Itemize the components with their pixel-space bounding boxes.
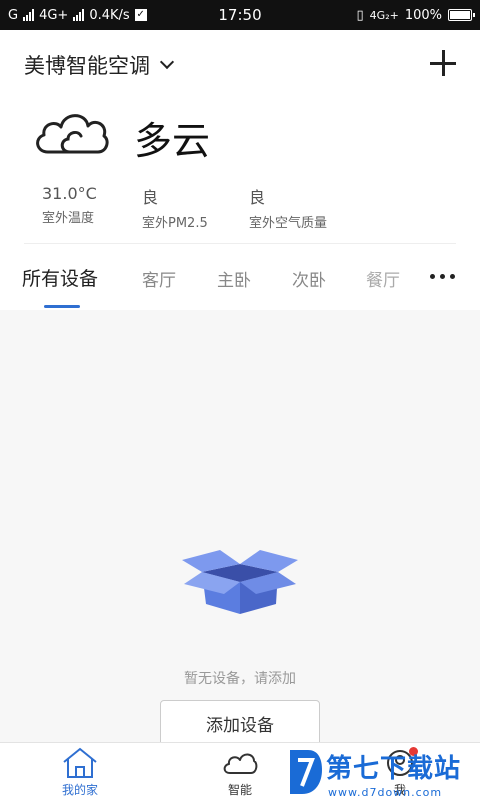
tab-all-devices[interactable]: 所有设备 xyxy=(22,264,98,291)
divider xyxy=(24,243,456,244)
metric-label: 室外温度 xyxy=(42,211,95,226)
home-header: 美博智能空调 多云 31.0°C 室外温度 良 室外PM2.5 良 室外空气质量… xyxy=(0,30,480,310)
nav-item-smart[interactable]: 智能 xyxy=(200,747,280,798)
nav-label: 智能 xyxy=(227,783,252,797)
more-icon[interactable] xyxy=(430,274,455,279)
metric-temperature: 31.0°C 室外温度 xyxy=(42,184,142,231)
tab-living-room[interactable]: 客厅 xyxy=(142,266,176,291)
watermark-url: www.d7down.com xyxy=(328,786,443,799)
metric-pm25: 良 室外PM2.5 xyxy=(142,184,249,231)
chevron-down-icon xyxy=(159,54,175,70)
network-speed: 0.4K/s xyxy=(89,7,130,23)
vibrate-icon: ▯ xyxy=(356,7,364,23)
nav-item-home[interactable]: 我的家 xyxy=(40,747,120,798)
watermark-logo: 第七下载站 www.d7down.com xyxy=(286,746,480,800)
add-button[interactable] xyxy=(430,50,456,76)
signal-icon-2 xyxy=(73,9,85,21)
tab-master-bedroom[interactable]: 主卧 xyxy=(217,266,251,291)
status-time: 17:50 xyxy=(218,6,262,24)
signal-icon xyxy=(23,9,35,21)
metric-label: 室外PM2.5 xyxy=(142,216,208,231)
metric-label: 室外空气质量 xyxy=(249,216,328,231)
weather-condition: 多云 xyxy=(134,119,211,163)
home-title: 美博智能空调 xyxy=(24,54,150,78)
network-label: 4G+ xyxy=(39,7,69,23)
nav-label: 我的家 xyxy=(61,783,98,797)
add-device-button[interactable]: 添加设备 xyxy=(160,700,320,746)
battery-percent: 100% xyxy=(404,7,442,23)
open-box-icon xyxy=(182,550,298,614)
carrier-label: G xyxy=(8,7,19,23)
d7-logo-icon xyxy=(290,750,322,794)
network-label-2: 4G₂+ xyxy=(369,8,399,22)
status-bar: G 4G+ 0.4K/s ✓ 17:50 ▯ 4G₂+ 100% xyxy=(0,0,480,30)
room-tabs: 所有设备 客厅 主卧 次卧 餐厅 xyxy=(0,260,480,310)
metric-value: 31.0°C xyxy=(42,184,97,203)
metric-air-quality: 良 室外空气质量 xyxy=(249,184,369,231)
cloud-icon xyxy=(223,753,258,774)
metric-value: 良 xyxy=(249,188,266,207)
tab-indicator xyxy=(44,305,80,308)
notification-check-icon: ✓ xyxy=(134,9,147,21)
empty-message: 暂无设备，请添加 xyxy=(184,671,296,687)
outdoor-metrics: 31.0°C 室外温度 良 室外PM2.5 良 室外空气质量 xyxy=(42,184,369,231)
metric-value: 良 xyxy=(142,188,159,207)
home-icon xyxy=(63,747,97,778)
tab-dining-room[interactable]: 餐厅 xyxy=(366,266,400,291)
watermark-text: 第七下载站 xyxy=(326,754,462,784)
battery-icon xyxy=(448,9,475,21)
cloud-icon xyxy=(36,114,109,154)
home-selector[interactable]: 美博智能空调 xyxy=(24,50,175,80)
tab-second-bedroom[interactable]: 次卧 xyxy=(292,266,326,291)
